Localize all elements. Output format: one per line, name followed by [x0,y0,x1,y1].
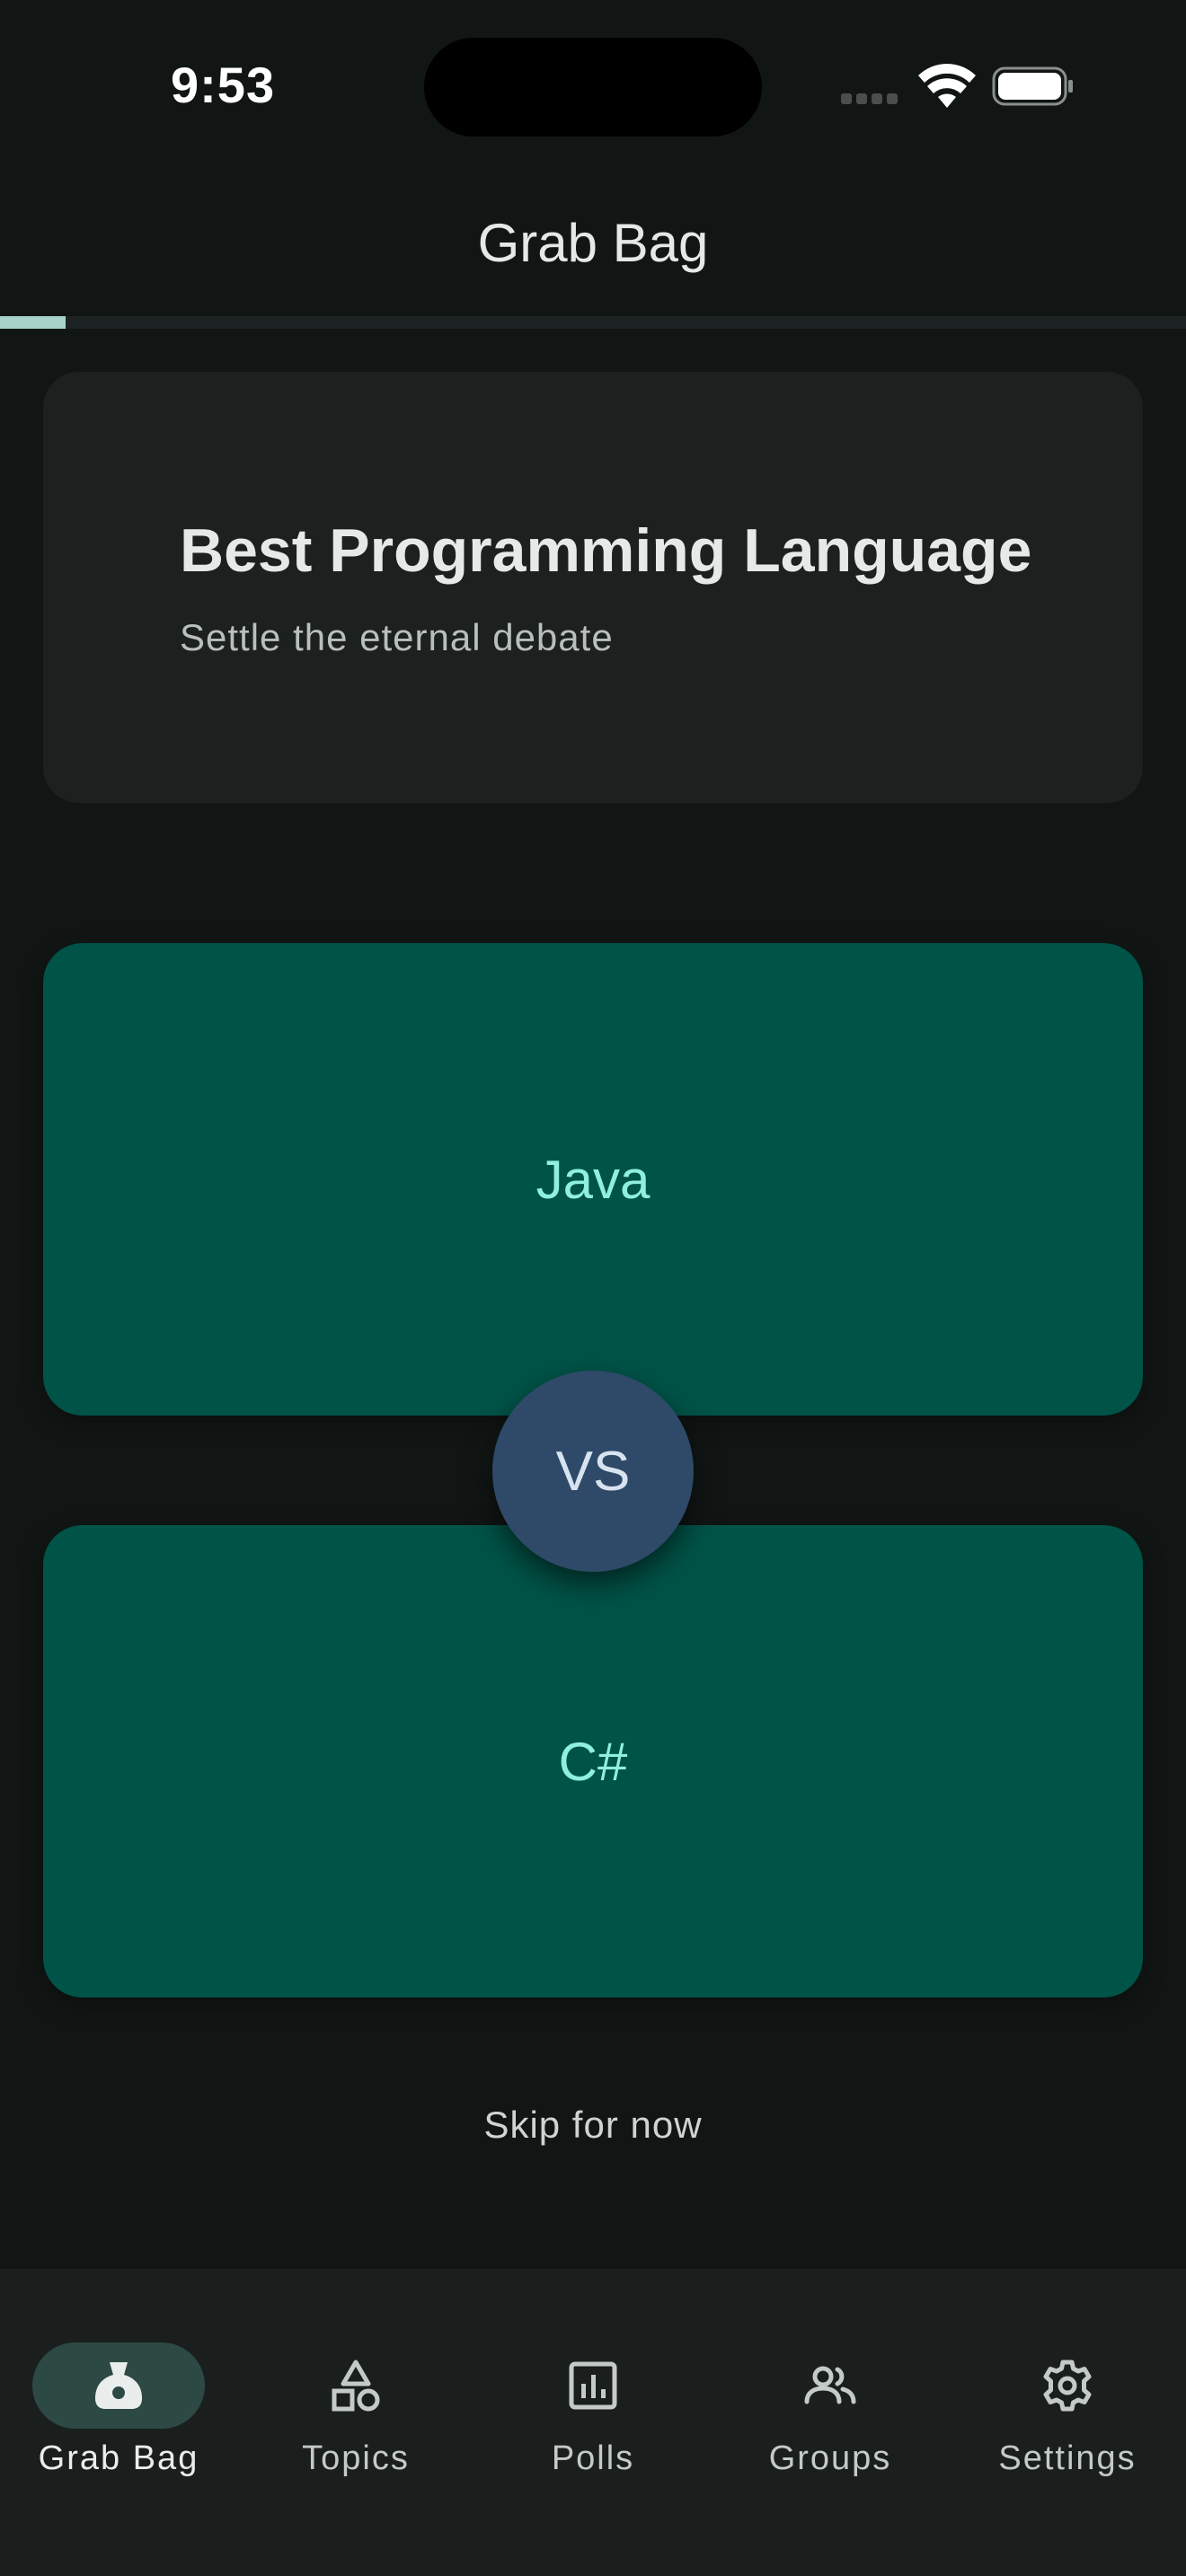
page-title: Grab Bag [477,213,709,273]
nav-label: Polls [551,2439,635,2477]
progress-fill [0,316,66,329]
poll-chart-icon [569,2361,617,2410]
battery-icon [992,66,1073,106]
cellular-signal-icon [841,93,898,104]
topic-title: Best Programming Language [180,516,1032,585]
topic-card: Best Programming Language Settle the ete… [43,372,1143,803]
nav-item-grab-bag[interactable]: Grab Bag [0,2305,237,2484]
nav-label: Grab Bag [38,2439,199,2477]
wifi-icon [918,64,976,108]
bottom-navigation: Grab Bag Topics Polls Groups Settings [0,2269,1186,2576]
option-b-button[interactable]: C# [43,1525,1143,1998]
shapes-icon [332,2360,380,2412]
nav-label: Settings [998,2439,1137,2477]
nav-item-settings[interactable]: Settings [949,2305,1186,2484]
topic-subtitle: Settle the eternal debate [180,616,614,658]
status-bar: 9:53 [0,0,1186,171]
nav-label: Groups [768,2439,892,2477]
grab-bag-icon [95,2362,142,2409]
dynamic-island [424,38,762,137]
skip-button[interactable]: Skip for now [0,2104,1186,2147]
nav-item-polls[interactable]: Polls [474,2305,712,2484]
status-time: 9:53 [171,57,276,113]
progress-bar [0,316,1186,329]
nav-item-topics[interactable]: Topics [237,2305,474,2484]
vs-badge: VS [492,1371,694,1572]
nav-label: Topics [302,2439,410,2477]
option-a-button[interactable]: Java [43,943,1143,1416]
nav-item-groups[interactable]: Groups [712,2305,949,2484]
gear-icon [1043,2360,1092,2412]
groups-icon [804,2366,856,2404]
